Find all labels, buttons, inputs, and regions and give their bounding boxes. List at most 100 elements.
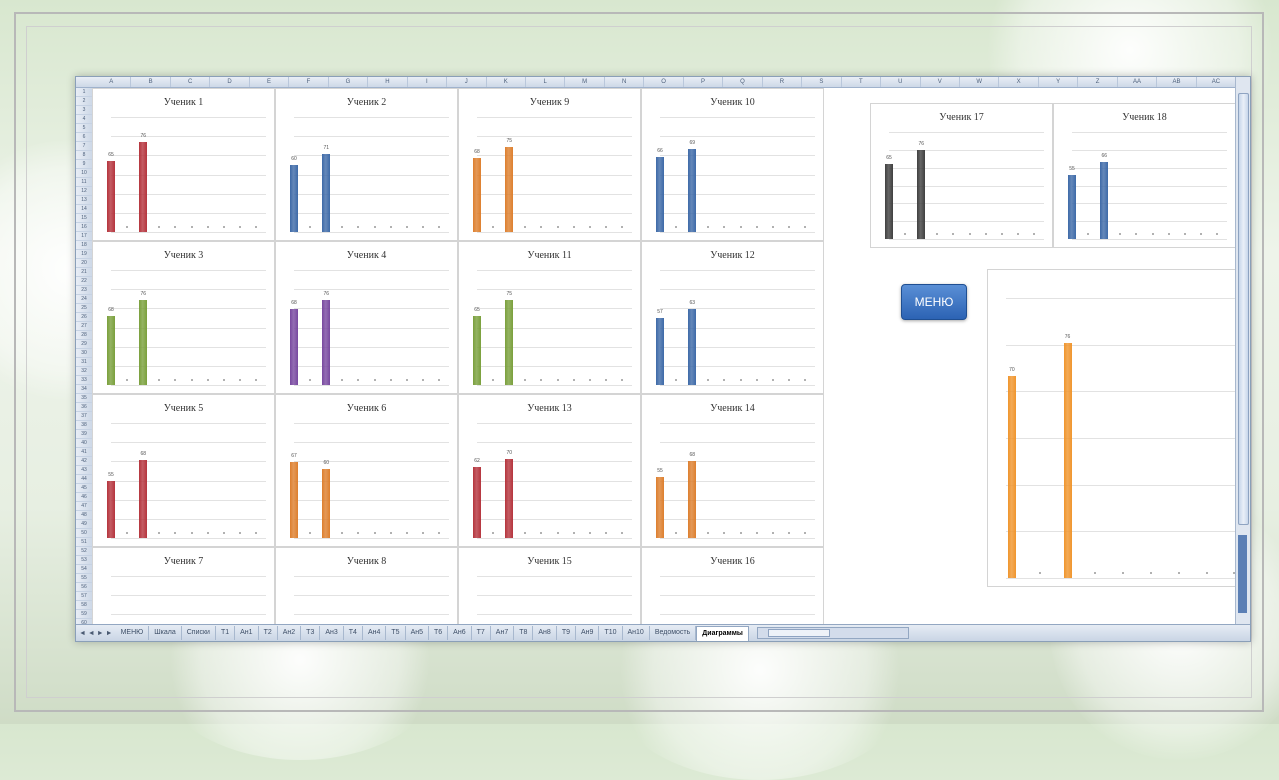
row-header[interactable]: 55 [76, 574, 92, 583]
student-chart[interactable]: Ученик 71675 [92, 547, 275, 625]
row-header[interactable]: 13 [76, 196, 92, 205]
average-score-chart[interactable]: Средний тестовый 70 76 [987, 269, 1236, 587]
sheet-tab[interactable]: Т3 [301, 626, 321, 640]
sheet-tab[interactable]: Ан8 [533, 626, 557, 640]
sheet-tab[interactable]: Т5 [386, 626, 406, 640]
sheet-tab[interactable]: Ан5 [406, 626, 429, 640]
sheet-tab[interactable]: Ведомость [650, 626, 697, 640]
row-header[interactable]: 33 [76, 376, 92, 385]
row-header[interactable]: 6 [76, 133, 92, 142]
row-header[interactable]: 51 [76, 538, 92, 547]
student-chart[interactable]: Ученик 5 55 68 [92, 394, 275, 547]
column-header[interactable]: M [565, 77, 605, 87]
menu-button[interactable]: МЕНЮ [901, 284, 967, 320]
row-header[interactable]: 40 [76, 439, 92, 448]
row-header[interactable]: 41 [76, 448, 92, 457]
column-header[interactable]: U [881, 77, 921, 87]
column-header[interactable]: H [368, 77, 408, 87]
row-header[interactable]: 16 [76, 223, 92, 232]
row-header[interactable]: 50 [76, 529, 92, 538]
row-header[interactable]: 17 [76, 232, 92, 241]
row-header[interactable]: 35 [76, 394, 92, 403]
column-header[interactable]: W [960, 77, 1000, 87]
row-header[interactable]: 54 [76, 565, 92, 574]
sheet-tab[interactable]: Шкала [149, 626, 182, 640]
sheet-tab[interactable]: Ан3 [320, 626, 344, 640]
row-header[interactable]: 18 [76, 241, 92, 250]
column-header[interactable]: R [763, 77, 803, 87]
row-header[interactable]: 37 [76, 412, 92, 421]
row-header[interactable]: 3 [76, 106, 92, 115]
column-header[interactable]: B [131, 77, 171, 87]
column-header[interactable]: J [447, 77, 487, 87]
student-chart[interactable]: Ученик 2 60 71 [275, 88, 458, 241]
student-chart[interactable]: Ученик 14 55 68 [641, 394, 824, 547]
column-header[interactable]: AB [1157, 77, 1197, 87]
student-chart[interactable]: Ученик 3 68 76 [92, 241, 275, 394]
sheet-tab-navigation[interactable]: ◄ ◄ ► ► [76, 630, 116, 637]
horizontal-scrollbar[interactable] [756, 627, 909, 639]
vertical-scrollbar[interactable] [1235, 77, 1250, 625]
student-chart[interactable]: Ученик 11 65 75 [458, 241, 641, 394]
sheet-tab[interactable]: МЕНЮ [116, 626, 150, 640]
column-header[interactable]: A [92, 77, 132, 87]
worksheet-area[interactable]: МЕНЮ Ученик 1 65 76 Ученик 2 60 71 Ученик 9 68 7… [92, 88, 1236, 625]
column-header[interactable]: Z [1078, 77, 1118, 87]
row-header[interactable]: 15 [76, 214, 92, 223]
sheet-tab[interactable]: Т9 [557, 626, 576, 640]
row-header[interactable]: 12 [76, 187, 92, 196]
row-header[interactable]: 11 [76, 178, 92, 187]
student-chart[interactable]: Ученик 12 57 63 [641, 241, 824, 394]
row-header[interactable]: 22 [76, 277, 92, 286]
student-chart[interactable]: Ученик 6 67 60 [275, 394, 458, 547]
column-header[interactable]: G [329, 77, 369, 87]
column-header[interactable]: E [250, 77, 290, 87]
row-header[interactable]: 52 [76, 547, 92, 556]
column-header[interactable]: AA [1118, 77, 1158, 87]
row-header[interactable]: 44 [76, 475, 92, 484]
row-header[interactable]: 34 [76, 385, 92, 394]
sheet-tab[interactable]: Ан4 [363, 626, 387, 640]
row-header[interactable]: 25 [76, 304, 92, 313]
column-header[interactable]: D [210, 77, 250, 87]
column-header[interactable]: L [526, 77, 566, 87]
column-header[interactable]: K [487, 77, 526, 87]
vertical-scroll-thumb[interactable] [1238, 93, 1249, 525]
row-header[interactable]: 9 [76, 160, 92, 169]
row-header[interactable]: 10 [76, 169, 92, 178]
row-header[interactable]: 4 [76, 115, 92, 124]
column-header[interactable]: AC [1197, 77, 1237, 87]
sheet-tab[interactable]: Т4 [344, 626, 363, 640]
row-header[interactable]: 31 [76, 358, 92, 367]
row-header[interactable]: 30 [76, 349, 92, 358]
student-chart[interactable]: Ученик 4 68 76 [275, 241, 458, 394]
row-header[interactable]: 20 [76, 259, 92, 268]
row-header[interactable]: 58 [76, 601, 92, 610]
sheet-tab[interactable]: Ан10 [623, 626, 650, 640]
sheet-tab[interactable]: Т1 [216, 626, 236, 640]
row-header[interactable]: 7 [76, 142, 92, 151]
row-header[interactable]: 56 [76, 583, 92, 592]
row-header[interactable]: 48 [76, 511, 92, 520]
row-header[interactable]: 26 [76, 313, 92, 322]
row-header[interactable]: 53 [76, 556, 92, 565]
student-chart[interactable]: Ученик 85160 [275, 547, 458, 625]
row-header[interactable]: 21 [76, 268, 92, 277]
sheet-tab[interactable]: Ан9 [576, 626, 600, 640]
horizontal-scroll-thumb[interactable] [767, 629, 830, 637]
column-header[interactable]: V [921, 77, 960, 87]
student-chart[interactable]: Ученик 156180 [458, 547, 641, 625]
student-chart[interactable]: Ученик 9 68 75 [458, 88, 641, 241]
student-chart[interactable]: Ученик 165669 [641, 547, 824, 625]
column-header[interactable]: T [842, 77, 882, 87]
sheet-tab[interactable]: Ан7 [491, 626, 515, 640]
row-header[interactable]: 8 [76, 151, 92, 160]
student-chart[interactable]: Ученик 18 55 66 [1053, 103, 1236, 248]
student-chart[interactable]: Ученик 1 65 76 [92, 88, 275, 241]
row-header[interactable]: 32 [76, 367, 92, 376]
row-header[interactable]: 29 [76, 340, 92, 349]
row-header[interactable]: 45 [76, 484, 92, 493]
row-header[interactable]: 39 [76, 430, 92, 439]
column-header[interactable]: F [289, 77, 329, 87]
row-header[interactable]: 38 [76, 421, 92, 430]
